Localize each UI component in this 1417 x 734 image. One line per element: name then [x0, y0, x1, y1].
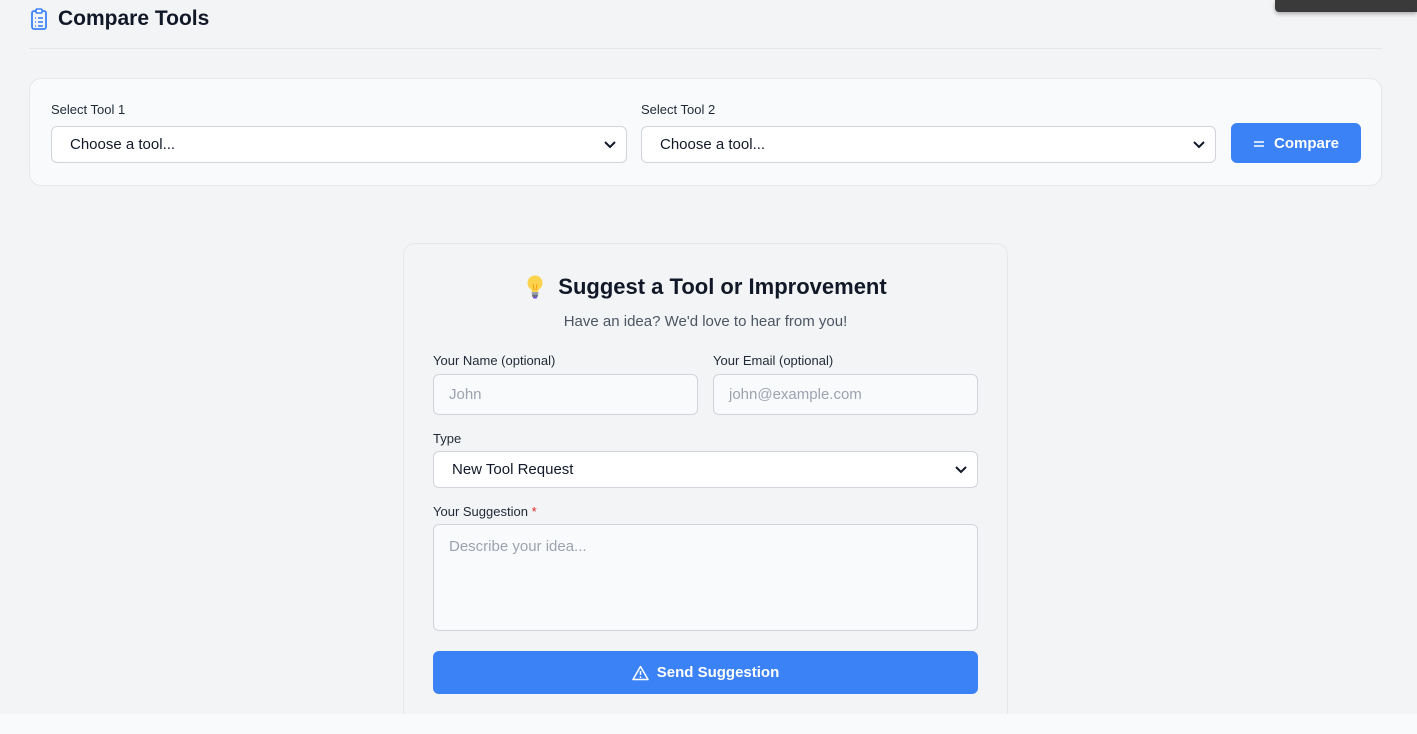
- equals-icon: [1253, 135, 1265, 152]
- name-label: Your Name (optional): [433, 353, 556, 368]
- email-label: Your Email (optional): [713, 353, 834, 368]
- tool1-select[interactable]: Choose a tool...: [51, 126, 627, 163]
- name-placeholder: John: [449, 386, 482, 403]
- suggestion-form: Suggest a Tool or Improvement Have an id…: [403, 243, 1008, 724]
- bottom-strip: [0, 714, 1417, 734]
- compare-panel: Select Tool 1 Choose a tool... Select To…: [29, 78, 1382, 186]
- tool2-select-value: Choose a tool...: [660, 136, 766, 153]
- suggestion-placeholder: Describe your idea...: [449, 538, 587, 555]
- suggestion-label: Your Suggestion *: [433, 504, 537, 519]
- tool1-select-value: Choose a tool...: [70, 136, 176, 153]
- page-title: Compare Tools: [58, 7, 210, 30]
- email-field[interactable]: john@example.com: [713, 374, 978, 415]
- required-marker: *: [531, 504, 537, 519]
- clipboard-list-icon: [29, 8, 49, 30]
- suggestion-label-text: Your Suggestion: [433, 504, 528, 519]
- suggestion-title: Suggest a Tool or Improvement: [558, 274, 887, 299]
- suggestion-subtitle: Have an idea? We'd love to hear from you…: [563, 313, 848, 330]
- send-suggestion-label: Send Suggestion: [656, 664, 780, 681]
- type-select-value: New Tool Request: [452, 461, 574, 478]
- tool2-label: Select Tool 2: [641, 102, 716, 117]
- compare-button[interactable]: Compare: [1231, 123, 1361, 163]
- tool1-label: Select Tool 1: [51, 102, 126, 117]
- type-label: Type: [433, 431, 462, 446]
- chevron-down-icon: [604, 140, 616, 149]
- send-suggestion-button[interactable]: Send Suggestion: [433, 651, 978, 694]
- type-select[interactable]: New Tool Request: [433, 451, 978, 488]
- lightbulb-icon: [524, 274, 546, 300]
- compare-button-label: Compare: [1273, 134, 1340, 152]
- chevron-down-icon: [955, 465, 967, 474]
- suggestion-title-row: Suggest a Tool or Improvement: [404, 274, 1007, 300]
- name-field[interactable]: John: [433, 374, 698, 415]
- email-placeholder: john@example.com: [729, 386, 862, 403]
- page-header: Compare Tools: [29, 0, 1382, 49]
- chevron-down-icon: [1193, 140, 1205, 149]
- tool2-select[interactable]: Choose a tool...: [641, 126, 1216, 163]
- suggestion-textarea[interactable]: Describe your idea...: [433, 524, 978, 631]
- page: Compare Tools Select Tool 1 Choose a too…: [0, 0, 1417, 734]
- warning-triangle-icon: [631, 665, 649, 681]
